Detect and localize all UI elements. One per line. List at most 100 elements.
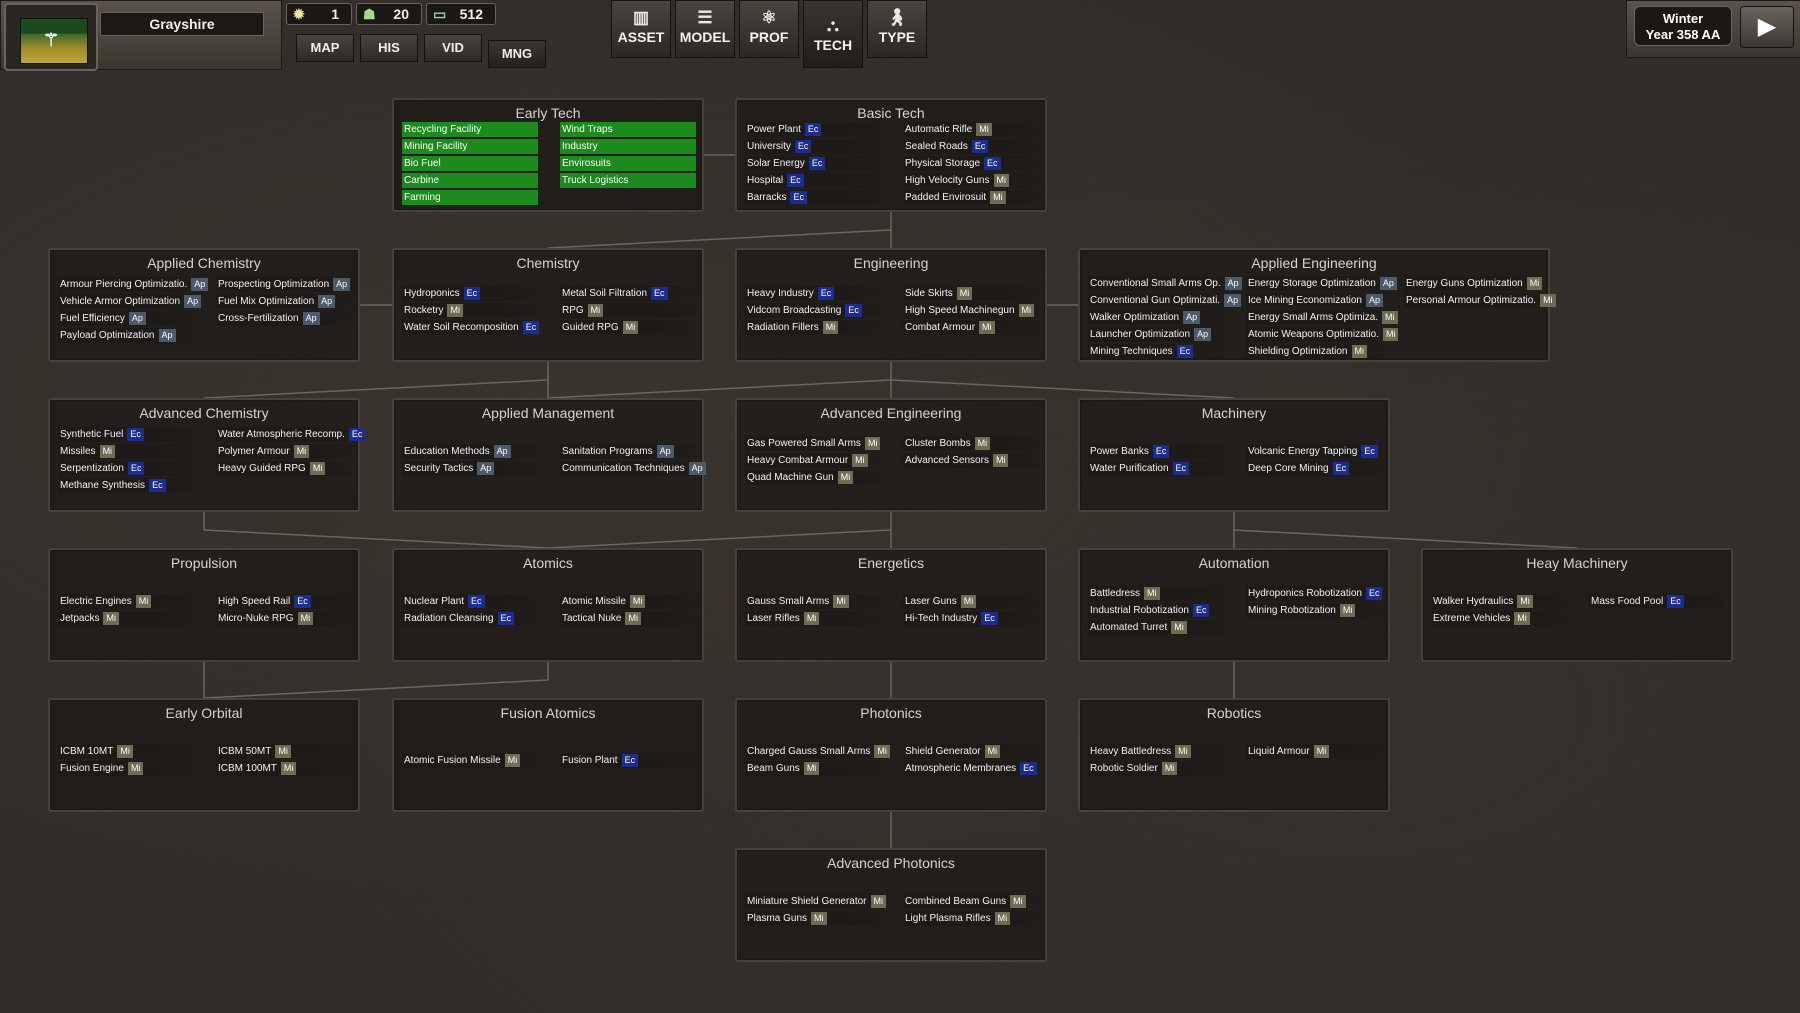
tech-item[interactable]: Hospital Ec <box>745 173 881 188</box>
tech-item[interactable]: Personal Armour Optimizatio. Mi <box>1404 293 1556 308</box>
tech-item[interactable]: Bio Fuel <box>402 156 538 171</box>
tech-item[interactable]: Sealed Roads Ec <box>903 139 1039 154</box>
tech-item[interactable]: RPG Mi <box>560 303 696 318</box>
tech-node-robotics[interactable]: Robotics Heavy Battledress Mi Robotic Soldi… <box>1078 698 1390 812</box>
tech-item[interactable]: Cross-Fertilization Ap <box>216 311 352 326</box>
tech-item[interactable]: Fuel Mix Optimization Ap <box>216 294 352 309</box>
tech-item[interactable]: Conventional Gun Optimizati. Ap <box>1088 293 1242 308</box>
tech-item[interactable]: Wind Traps <box>560 122 696 137</box>
tech-item[interactable]: Nuclear Plant Ec <box>402 594 538 609</box>
tech-item[interactable]: Power Plant Ec <box>745 122 881 137</box>
tech-item[interactable]: Atomic Missile Mi <box>560 594 696 609</box>
tech-item[interactable]: Serpentization Ec <box>58 461 194 476</box>
tech-item[interactable]: Polymer Armour Mi <box>216 444 352 459</box>
tech-item[interactable]: Battledress Mi <box>1088 586 1224 601</box>
tech-item[interactable]: Atomic Fusion Missile Mi <box>402 753 538 768</box>
tech-item[interactable]: Education Methods Ap <box>402 444 538 459</box>
tech-node-early-tech[interactable]: Early Tech Recycling Facility Mining Facil… <box>392 98 704 212</box>
tech-item[interactable]: Industrial Robotization Ec <box>1088 603 1224 618</box>
tech-item[interactable]: Walker Hydraulics Mi <box>1431 594 1567 609</box>
tech-node-fusion-atomics[interactable]: Fusion Atomics Atomic Fusion Missile Mi Fus… <box>392 698 704 812</box>
tech-item[interactable]: Vehicle Armor Optimization Ap <box>58 294 202 309</box>
tech-item[interactable]: Combat Armour Mi <box>903 320 1039 335</box>
tech-item[interactable]: Vidcom Broadcasting Ec <box>745 303 881 318</box>
tech-node-photonics[interactable]: Photonics Charged Gauss Small Arms Mi Beam … <box>735 698 1047 812</box>
tech-item[interactable]: Laser Rifles Mi <box>745 611 881 626</box>
tech-item[interactable]: Synthetic Fuel Ec <box>58 427 194 442</box>
tech-item[interactable]: Industry <box>560 139 696 154</box>
tech-item[interactable]: Beam Guns Mi <box>745 761 881 776</box>
tech-item[interactable]: Radiation Fillers Mi <box>745 320 881 335</box>
tech-item[interactable]: Power Banks Ec <box>1088 444 1224 459</box>
tech-item[interactable]: Electric Engines Mi <box>58 594 194 609</box>
tech-item[interactable]: ICBM 50MT Mi <box>216 744 352 759</box>
tech-item[interactable]: Energy Storage Optimization Ap <box>1246 276 1397 291</box>
tech-node-energetics[interactable]: Energetics Gauss Small Arms Mi Laser Rifles… <box>735 548 1047 662</box>
tech-node-chemistry[interactable]: Chemistry Hydroponics Ec Rocketry Mi Water So… <box>392 248 704 362</box>
tech-item[interactable]: Launcher Optimization Ap <box>1088 327 1224 342</box>
tech-item[interactable]: Radiation Cleansing Ec <box>402 611 538 626</box>
tech-item[interactable]: Heavy Industry Ec <box>745 286 881 301</box>
tech-item[interactable]: Advanced Sensors Mi <box>903 453 1039 468</box>
tech-item[interactable]: Envirosuits <box>560 156 696 171</box>
tech-item[interactable]: Cluster Bombs Mi <box>903 436 1039 451</box>
tech-item[interactable]: Laser Guns Mi <box>903 594 1039 609</box>
tech-item[interactable]: Mass Food Pool Ec <box>1589 594 1725 609</box>
tech-item[interactable]: Hydroponics Ec <box>402 286 538 301</box>
tech-item[interactable]: Security Tactics Ap <box>402 461 538 476</box>
tech-item[interactable]: Armour Piercing Optimizatio. Ap <box>58 277 209 292</box>
tech-node-applied-engineering[interactable]: Applied Engineering Conventional Small Ar… <box>1078 248 1556 362</box>
tech-node-advanced-photonics[interactable]: Advanced Photonics Miniature Shield Gener… <box>735 848 1047 962</box>
tech-item[interactable]: Mining Techniques Ec <box>1088 344 1224 359</box>
tech-item[interactable]: Shield Generator Mi <box>903 744 1039 759</box>
tech-node-heavy-machinery[interactable]: Heay Machinery Walker Hydraulics Mi Extreme… <box>1421 548 1733 662</box>
tech-node-atomics[interactable]: Atomics Nuclear Plant Ec Radiation Cleansin… <box>392 548 704 662</box>
tech-item[interactable]: Shielding Optimization Mi <box>1246 344 1382 359</box>
tech-item[interactable]: Robotic Soldier Mi <box>1088 761 1224 776</box>
tech-node-advanced-chemistry[interactable]: Advanced Chemistry Synthetic Fuel Ec Missil… <box>48 398 366 512</box>
tech-item[interactable]: Farming <box>402 190 538 205</box>
tech-item[interactable]: High Speed Machinegun Mi <box>903 303 1039 318</box>
tech-item[interactable]: Rocketry Mi <box>402 303 538 318</box>
tech-item[interactable]: Gas Powered Small Arms Mi <box>745 436 881 451</box>
tech-node-advanced-engineering[interactable]: Advanced Engineering Gas Powered Small Ar… <box>735 398 1047 512</box>
tech-item[interactable]: Charged Gauss Small Arms Mi <box>745 744 890 759</box>
tech-item[interactable]: University Ec <box>745 139 881 154</box>
tech-item[interactable]: Solar Energy Ec <box>745 156 881 171</box>
tech-item[interactable]: Fusion Engine Mi <box>58 761 194 776</box>
tech-item[interactable]: Carbine <box>402 173 538 188</box>
tech-item[interactable]: Hydroponics Robotization Ec <box>1246 586 1383 601</box>
tech-item[interactable]: High Speed Rail Ec <box>216 594 352 609</box>
tech-node-applied-management[interactable]: Applied Management Education Methods Ap Sec… <box>392 398 706 512</box>
tech-item[interactable]: Energy Guns Optimization Mi <box>1404 276 1543 291</box>
tech-node-early-orbital[interactable]: Early Orbital ICBM 10MT Mi Fusion Engine Mi I… <box>48 698 360 812</box>
tech-item[interactable]: Water Soil Recomposition Ec <box>402 320 540 335</box>
tech-item[interactable]: Volcanic Energy Tapping Ec <box>1246 444 1382 459</box>
tech-item[interactable]: Communication Techniques Ap <box>560 461 706 476</box>
tech-item[interactable]: Methane Synthesis Ec <box>58 478 194 493</box>
tech-item[interactable]: Water Purification Ec <box>1088 461 1224 476</box>
tech-item[interactable]: Mining Robotization Mi <box>1246 603 1382 618</box>
tech-item[interactable]: Water Atmospheric Recomp. Ec <box>216 427 366 442</box>
tech-item[interactable]: Atomic Weapons Optimizatio. Mi <box>1246 327 1399 342</box>
tech-item[interactable]: Metal Soil Filtration Ec <box>560 286 696 301</box>
tech-item[interactable]: Physical Storage Ec <box>903 156 1039 171</box>
tech-item[interactable]: Deep Core Mining Ec <box>1246 461 1382 476</box>
tech-item[interactable]: Atmospheric Membranes Ec <box>903 761 1039 776</box>
tech-item[interactable]: Liquid Armour Mi <box>1246 744 1382 759</box>
tech-item[interactable]: Combined Beam Guns Mi <box>903 894 1039 909</box>
tech-node-applied-chemistry[interactable]: Applied Chemistry Armour Piercing Optimiz… <box>48 248 360 362</box>
tech-item[interactable]: Guided RPG Mi <box>560 320 696 335</box>
tech-item[interactable]: Miniature Shield Generator Mi <box>745 894 887 909</box>
tech-item[interactable]: Jetpacks Mi <box>58 611 194 626</box>
tech-item[interactable]: ICBM 10MT Mi <box>58 744 194 759</box>
tech-item[interactable]: Missiles Mi <box>58 444 194 459</box>
tech-item[interactable]: Heavy Battledress Mi <box>1088 744 1224 759</box>
tech-item[interactable]: Heavy Combat Armour Mi <box>745 453 881 468</box>
tech-item[interactable]: Micro-Nuke RPG Mi <box>216 611 352 626</box>
tech-item[interactable]: ICBM 100MT Mi <box>216 761 352 776</box>
tech-node-machinery[interactable]: Machinery Power Banks Ec Water Purification… <box>1078 398 1390 512</box>
tech-item[interactable]: Side Skirts Mi <box>903 286 1039 301</box>
tech-item[interactable]: Barracks Ec <box>745 190 881 205</box>
tech-node-engineering[interactable]: Engineering Heavy Industry Ec Vidcom Broadc… <box>735 248 1047 362</box>
